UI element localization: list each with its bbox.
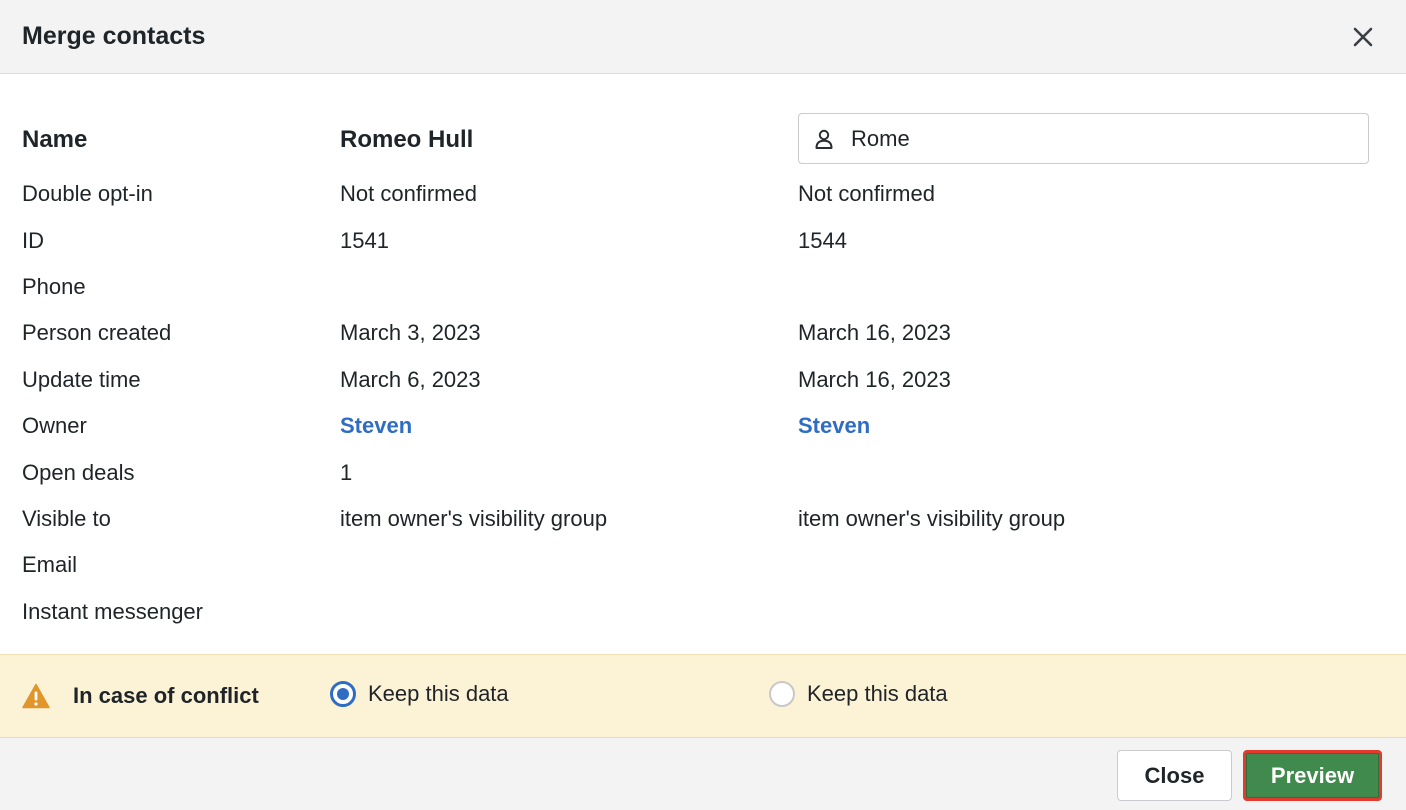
row-label: ID bbox=[22, 228, 44, 253]
person-icon bbox=[815, 129, 833, 149]
dialog-title: Merge contacts bbox=[22, 22, 206, 50]
row-update-time: Update time March 6, 2023 March 16, 2023 bbox=[0, 365, 1406, 395]
row-phone: Phone bbox=[0, 272, 1406, 302]
right-value: March 16, 2023 bbox=[798, 367, 951, 392]
left-value: 1 bbox=[340, 460, 353, 485]
dialog-header: Merge contacts bbox=[0, 0, 1406, 74]
row-email: Email bbox=[0, 550, 1406, 580]
row-label: Update time bbox=[22, 367, 141, 392]
right-value: 1544 bbox=[798, 228, 847, 253]
right-value: March 16, 2023 bbox=[798, 320, 951, 345]
left-value: 1541 bbox=[340, 228, 389, 253]
row-label: Name bbox=[22, 126, 88, 153]
merge-contacts-dialog: Merge contacts Name Romeo Hull Double op… bbox=[0, 0, 1406, 810]
left-value: March 3, 2023 bbox=[340, 320, 481, 345]
dialog-body: Name Romeo Hull Double opt-in Not confir… bbox=[0, 74, 1406, 654]
conflict-label: In case of conflict bbox=[73, 683, 259, 708]
row-label: Phone bbox=[22, 274, 86, 299]
row-person-created: Person created March 3, 2023 March 16, 2… bbox=[0, 318, 1406, 348]
row-instant-messenger: Instant messenger bbox=[0, 597, 1406, 627]
close-icon[interactable] bbox=[1348, 22, 1378, 52]
left-name-value: Romeo Hull bbox=[340, 126, 474, 153]
preview-button[interactable]: Preview bbox=[1243, 750, 1382, 801]
row-label: Owner bbox=[22, 413, 87, 438]
row-visible-to: Visible to item owner's visibility group… bbox=[0, 504, 1406, 534]
warning-icon bbox=[22, 683, 50, 709]
left-owner-link[interactable]: Steven bbox=[340, 413, 412, 439]
radio-right-unselected[interactable] bbox=[769, 681, 795, 707]
radio-right-label: Keep this data bbox=[807, 681, 948, 706]
right-value: item owner's visibility group bbox=[798, 506, 1066, 531]
left-value: item owner's visibility group bbox=[340, 506, 608, 531]
radio-left-selected[interactable] bbox=[330, 681, 356, 707]
row-label: Person created bbox=[22, 320, 172, 345]
row-double-opt-in: Double opt-in Not confirmed Not confirme… bbox=[0, 179, 1406, 209]
left-value: March 6, 2023 bbox=[340, 367, 481, 392]
right-value: Not confirmed bbox=[798, 181, 935, 206]
row-label: Visible to bbox=[22, 506, 111, 531]
dialog-footer: Close Preview bbox=[0, 738, 1406, 810]
row-open-deals: Open deals 1 bbox=[0, 458, 1406, 488]
name-input-field[interactable] bbox=[798, 113, 1369, 164]
row-owner: Owner Steven Steven bbox=[0, 411, 1406, 441]
keep-right-data-option[interactable]: Keep this data bbox=[769, 681, 948, 707]
radio-left-label: Keep this data bbox=[368, 681, 509, 706]
name-input[interactable] bbox=[851, 125, 1331, 152]
conflict-bar: In case of conflict Keep this data Keep … bbox=[0, 654, 1406, 738]
close-button[interactable]: Close bbox=[1117, 750, 1232, 801]
row-label: Email bbox=[22, 552, 78, 577]
keep-left-data-option[interactable]: Keep this data bbox=[330, 681, 509, 707]
right-owner-link[interactable]: Steven bbox=[798, 413, 870, 439]
row-label: Open deals bbox=[22, 460, 135, 485]
row-label: Instant messenger bbox=[22, 599, 203, 624]
row-id: ID 1541 1544 bbox=[0, 226, 1406, 256]
left-value: Not confirmed bbox=[340, 181, 477, 206]
row-label: Double opt-in bbox=[22, 181, 153, 206]
